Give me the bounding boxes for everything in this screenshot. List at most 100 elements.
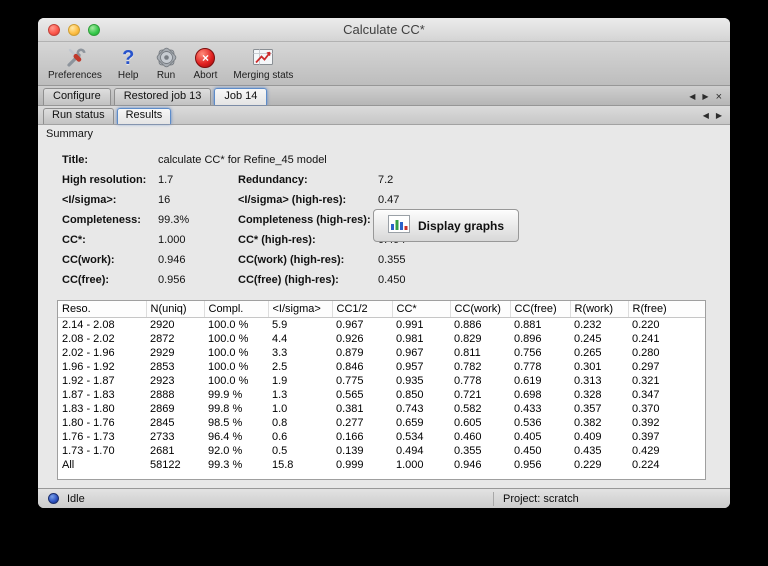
tools-icon	[62, 45, 88, 70]
column-header-reso-[interactable]: Reso.	[58, 301, 147, 318]
table-cell: 0.935	[396, 374, 424, 387]
help-button[interactable]: ? Help	[114, 44, 143, 82]
table-cell: 0.328	[574, 388, 602, 401]
column-header-compl-[interactable]: Compl.	[204, 301, 269, 318]
table-cell: 0.277	[336, 416, 364, 429]
subtab-scroll-left-icon[interactable]: ◀	[703, 111, 709, 121]
summary-stat-label: High resolution:	[62, 174, 147, 186]
table-cell: 0.301	[574, 360, 602, 373]
table-row[interactable]: 2.14 - 2.08 2920 100.0 % 5.9 0.967 0.991 0.886…	[58, 317, 705, 332]
table-row[interactable]: 1.92 - 1.87 2923 100.0 % 1.9 0.775 0.935 0.778…	[58, 374, 705, 388]
summary-stat-row: High resolution: 1.7 Redundancy: 7.2	[38, 170, 730, 190]
table-cell: 0.619	[514, 374, 542, 387]
table-row[interactable]: 1.73 - 1.70 2681 92.0 % 0.5 0.139 0.494 0.355 0…	[58, 444, 705, 458]
tab-scroll-right-icon[interactable]: ▶	[702, 92, 708, 102]
zoom-window-button[interactable]	[88, 24, 100, 36]
column-header--i-sigma-[interactable]: <I/sigma>	[268, 301, 333, 318]
table-cell: 0.347	[632, 388, 660, 401]
run-button[interactable]: Run	[151, 44, 182, 82]
results-pane: Title: calculate CC* for Refine_45 model…	[38, 142, 730, 488]
column-header-n-uniq-[interactable]: N(uniq)	[146, 301, 205, 318]
toolbar: Preferences ? Help Run × Abort Merging s…	[38, 42, 730, 86]
table-cell: 99.3 %	[208, 458, 243, 471]
tab-results[interactable]: Results	[116, 108, 172, 124]
summary-stat-label: CC* (high-res):	[238, 234, 316, 246]
results-table: Reso. N(uniq) Compl. <I/sigma> CC1/2 CC* CC(wo…	[58, 301, 705, 472]
table-row[interactable]: 1.96 - 1.92 2853 100.0 % 2.5 0.846 0.957 0.782…	[58, 360, 705, 374]
table-cell: 0.756	[514, 346, 542, 359]
summary-stat-row: CC(work): 0.946 CC(work) (high-res): 0.355	[38, 250, 730, 270]
table-row[interactable]: 1.80 - 1.76 2845 98.5 % 0.8 0.277 0.659 0.605 0…	[58, 416, 705, 430]
table-cell: 2845	[150, 416, 175, 429]
subtab-scroll-right-icon[interactable]: ▶	[716, 111, 722, 121]
column-header-r-free-[interactable]: R(free)	[628, 301, 705, 318]
summary-stat-value: 0.450	[378, 274, 406, 286]
table-cell: 1.73 - 1.70	[62, 444, 115, 457]
status-text: Idle	[67, 492, 85, 505]
tool-label: Abort	[193, 70, 218, 81]
table-cell: 0.392	[632, 416, 660, 429]
table-cell: 100.0 %	[208, 374, 249, 387]
summary-stat-label: CC*:	[62, 234, 86, 246]
column-header-cc-work-[interactable]: CC(work)	[450, 301, 511, 318]
help-icon: ?	[122, 46, 135, 69]
display-graphs-button[interactable]: Display graphs	[373, 209, 520, 242]
table-cell: 0.357	[574, 402, 602, 415]
table-cell: 100.0 %	[208, 346, 249, 359]
table-cell: 1.76 - 1.73	[62, 430, 115, 443]
table-cell: 0.846	[336, 360, 364, 373]
tab-close-icon[interactable]: ×	[716, 92, 722, 103]
column-header-cc-free-[interactable]: CC(free)	[510, 301, 571, 318]
table-row[interactable]: All 58122 99.3 % 15.8 0.999 1.000 0.946 0.956 0.…	[58, 458, 705, 472]
status-indicator-icon	[48, 493, 59, 504]
table-header-row: Reso. N(uniq) Compl. <I/sigma> CC1/2 CC* CC(wo…	[58, 301, 705, 318]
tab-configure[interactable]: Configure	[43, 88, 111, 105]
minimize-window-button[interactable]	[68, 24, 80, 36]
table-row[interactable]: 2.08 - 2.02 2872 100.0 % 4.4 0.926 0.981 0.829…	[58, 332, 705, 346]
table-row[interactable]: 1.87 - 1.83 2888 99.9 % 1.3 0.565 0.850 0.721 0…	[58, 388, 705, 402]
table-cell: 1.92 - 1.87	[62, 374, 115, 387]
result-tab-nav: ◀ ▶	[700, 111, 725, 124]
display-graphs-label: Display graphs	[418, 218, 505, 233]
preferences-button[interactable]: Preferences	[44, 44, 106, 82]
results-table-container[interactable]: Reso. N(uniq) Compl. <I/sigma> CC1/2 CC* CC(wo…	[57, 300, 706, 480]
tab-job-14[interactable]: Job 14	[214, 88, 268, 105]
close-window-button[interactable]	[48, 24, 60, 36]
merging-stats-button[interactable]: Merging stats	[229, 44, 297, 82]
summary-stat-label: Completeness:	[62, 214, 141, 226]
table-cell: 2.02 - 1.96	[62, 346, 115, 359]
abort-button[interactable]: × Abort	[190, 44, 222, 82]
column-header-cc-[interactable]: CC*	[392, 301, 451, 318]
table-cell: 0.460	[454, 430, 482, 443]
table-row[interactable]: 1.83 - 1.80 2869 99.8 % 1.0 0.381 0.743 0.582 0…	[58, 402, 705, 416]
summary-stat-row: CC(free): 0.956 CC(free) (high-res): 0.450	[38, 270, 730, 290]
table-cell: 0.582	[454, 402, 482, 415]
table-row[interactable]: 1.76 - 1.73 2733 96.4 % 0.6 0.166 0.534 0.460 0…	[58, 430, 705, 444]
table-cell: 0.829	[454, 332, 482, 345]
table-row[interactable]: 2.02 - 1.96 2929 100.0 % 3.3 0.879 0.967 0.811…	[58, 346, 705, 360]
titlebar[interactable]: Calculate CC*	[38, 18, 730, 42]
table-cell: 0.409	[574, 430, 602, 443]
table-cell: 2853	[150, 360, 175, 373]
summary-stat-value: 0.355	[378, 254, 406, 266]
table-cell: 0.775	[336, 374, 364, 387]
column-header-r-work-[interactable]: R(work)	[570, 301, 629, 318]
project-label: Project: scratch	[493, 491, 579, 506]
table-cell: 0.313	[574, 374, 602, 387]
summary-stat-label: Redundancy:	[238, 174, 308, 186]
table-cell: 100.0 %	[208, 360, 249, 373]
tab-restored-job-13[interactable]: Restored job 13	[113, 88, 212, 105]
table-cell: 0.811	[454, 346, 481, 359]
table-cell: 0.265	[574, 346, 602, 359]
summary-stat-label: CC(free) (high-res):	[238, 274, 339, 286]
table-cell: 0.999	[336, 458, 364, 471]
summary-title-value: calculate CC* for Refine_45 model	[158, 154, 327, 166]
tab-run-status[interactable]: Run status	[43, 108, 114, 124]
summary-stat-label: <I/sigma> (high-res):	[238, 194, 347, 206]
column-header-cc1-2[interactable]: CC1/2	[332, 301, 393, 318]
table-cell: 0.721	[454, 388, 482, 401]
tab-scroll-left-icon[interactable]: ◀	[689, 92, 695, 102]
table-cell: 0.245	[574, 332, 602, 345]
summary-stat-value: 1.7	[158, 174, 174, 186]
table-cell: 0.382	[574, 416, 602, 429]
